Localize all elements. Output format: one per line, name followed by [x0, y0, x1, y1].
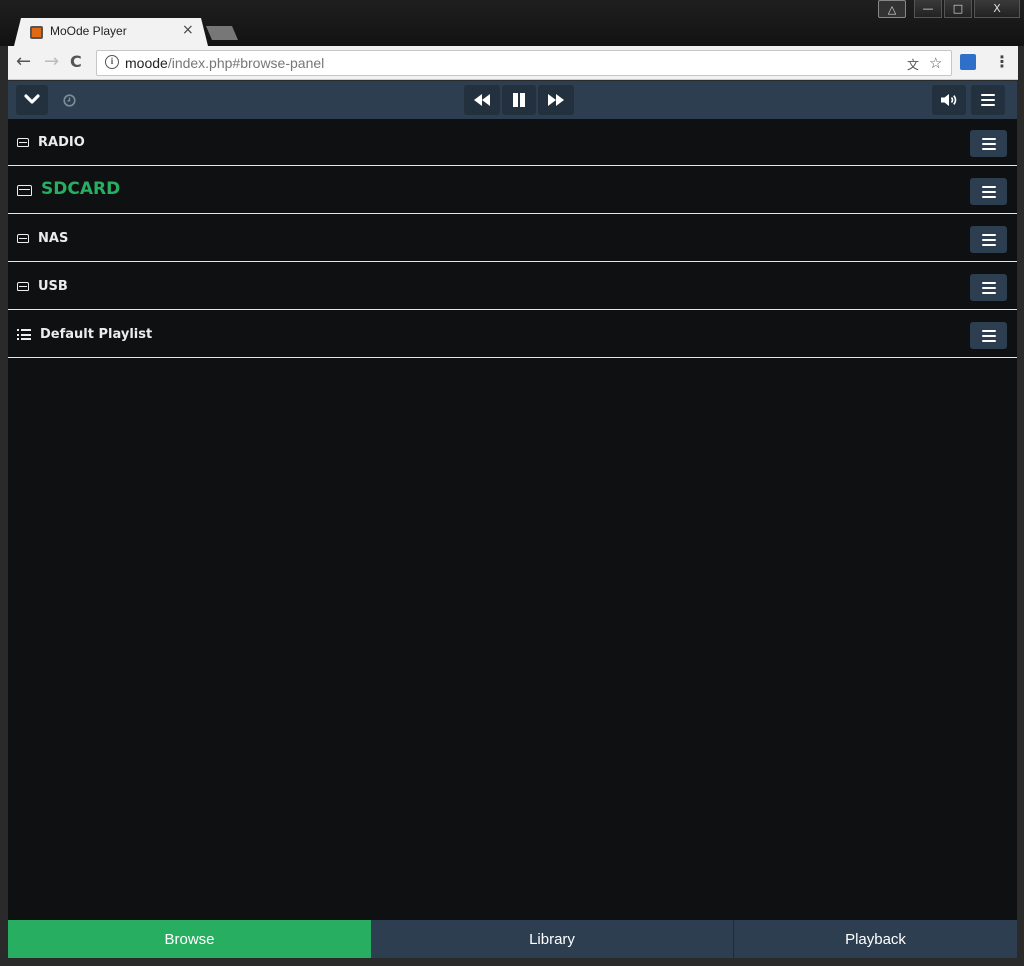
url-host: moode: [125, 55, 168, 71]
close-window-button[interactable]: X: [974, 0, 1020, 18]
info-icon[interactable]: i: [105, 55, 119, 69]
extension-icon[interactable]: [960, 54, 976, 70]
hamburger-icon: [981, 185, 996, 198]
translate-icon[interactable]: 文: [907, 56, 919, 73]
list-icon: [17, 329, 31, 340]
url-path: /index.php#browse-panel: [167, 55, 325, 71]
hamburger-icon: [981, 233, 996, 246]
tab-browse[interactable]: Browse: [8, 920, 371, 958]
main-menu-button[interactable]: [971, 85, 1005, 115]
browse-item-radio[interactable]: RADIO: [8, 119, 1017, 166]
maximize-button[interactable]: □: [944, 0, 972, 18]
browse-item-default-playlist[interactable]: Default Playlist: [8, 311, 1017, 358]
hamburger-icon: [981, 281, 996, 294]
usb-menu-button[interactable]: [970, 274, 1007, 301]
browse-item-label: NAS: [38, 231, 69, 246]
drive-icon: [17, 185, 32, 196]
drive-icon: [17, 282, 29, 291]
drive-icon: [17, 234, 29, 243]
bottom-tab-bar: Browse Library Playback: [8, 920, 1017, 958]
pause-icon: [513, 93, 525, 107]
volume-icon: [941, 94, 957, 106]
browser-tab[interactable]: MoOde Player ×: [14, 18, 208, 46]
fast-backward-icon: [474, 94, 490, 106]
browse-item-usb[interactable]: USB: [8, 263, 1017, 310]
clock-icon: [62, 93, 76, 107]
minimize-button[interactable]: —: [914, 0, 942, 18]
tab-library[interactable]: Library: [371, 920, 734, 958]
hamburger-icon: [981, 329, 996, 342]
fast-forward-icon: [548, 94, 564, 106]
new-tab-button[interactable]: [206, 26, 238, 40]
window-controls: △ — □ X: [878, 0, 1020, 18]
collapse-button[interactable]: [16, 85, 48, 115]
back-button[interactable]: ←: [16, 52, 31, 72]
radio-menu-button[interactable]: [970, 130, 1007, 157]
browse-item-label: USB: [38, 279, 68, 294]
drive-icon: [17, 138, 29, 147]
hamburger-icon: [981, 94, 995, 107]
tab-title: MoOde Player: [50, 24, 127, 38]
sdcard-menu-button[interactable]: [970, 178, 1007, 205]
playlist-menu-button[interactable]: [970, 322, 1007, 349]
timer-button[interactable]: [58, 85, 80, 115]
volume-button[interactable]: [932, 85, 966, 115]
moode-app: RADIO SDCARD NAS USB Default Playlist Br: [8, 81, 1017, 958]
tab-playback[interactable]: Playback: [734, 920, 1017, 958]
url-text[interactable]: moode/index.php#browse-panel: [125, 55, 324, 71]
favicon-icon: [30, 26, 43, 39]
browse-item-sdcard[interactable]: SDCARD: [8, 167, 1017, 214]
browse-item-label: SDCARD: [41, 179, 121, 199]
chevron-down-icon: [24, 94, 40, 104]
tab-close-button[interactable]: ×: [182, 22, 194, 38]
hamburger-icon: [981, 137, 996, 150]
previous-button[interactable]: [464, 85, 500, 115]
next-button[interactable]: [538, 85, 574, 115]
browser-menu-button[interactable]: ⋮: [994, 52, 1010, 71]
nas-menu-button[interactable]: [970, 226, 1007, 253]
forward-button[interactable]: →: [44, 52, 59, 72]
browse-item-label: RADIO: [38, 135, 85, 150]
browser-window: △ — □ X MoOde Player × ← → C i moode/ind…: [0, 0, 1024, 966]
player-bar: [8, 81, 1017, 119]
title-bar: △ — □ X MoOde Player ×: [0, 0, 1024, 46]
reload-button[interactable]: C: [70, 52, 82, 72]
pause-button[interactable]: [502, 85, 536, 115]
address-bar[interactable]: i moode/index.php#browse-panel 文 ☆: [96, 50, 952, 76]
browser-toolbar: ← → C i moode/index.php#browse-panel 文 ☆…: [8, 46, 1018, 80]
user-icon[interactable]: △: [878, 0, 906, 18]
browse-item-label: Default Playlist: [40, 327, 153, 342]
star-icon[interactable]: ☆: [929, 54, 942, 72]
browse-item-nas[interactable]: NAS: [8, 215, 1017, 262]
